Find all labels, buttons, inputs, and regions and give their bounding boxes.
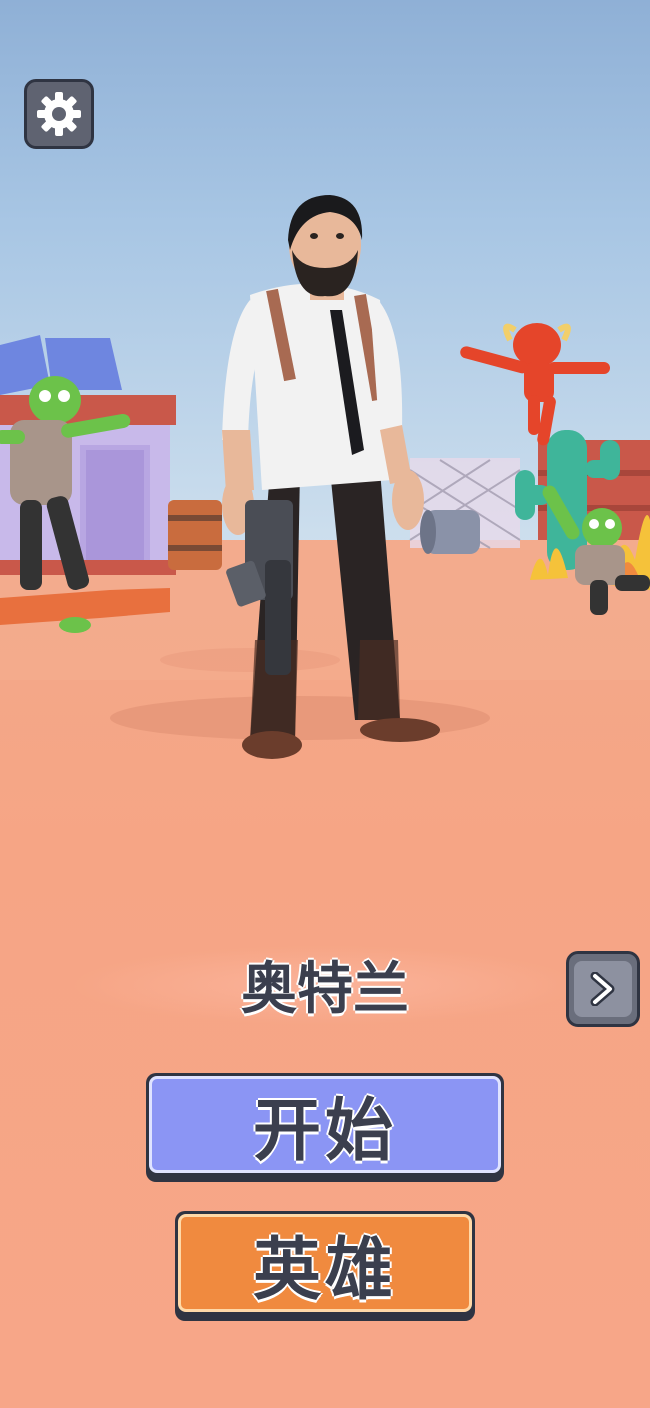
gear-icon xyxy=(37,92,81,136)
heroes-button-label: 英雄 xyxy=(252,1230,397,1310)
next-hero-button-face xyxy=(574,961,632,1017)
start-button-face: 开始 xyxy=(149,1076,501,1173)
start-button-label: 开始 xyxy=(252,1092,397,1171)
background-illustration xyxy=(0,195,650,759)
game-scene: 奥特兰 开始 英雄 xyxy=(0,0,650,1408)
hero-name: 奥特兰 xyxy=(241,957,409,1022)
heroes-button-face: 英雄 xyxy=(178,1214,472,1312)
heroes-button[interactable]: 英雄 xyxy=(175,1211,475,1321)
red-demon xyxy=(460,323,610,446)
next-hero-button[interactable] xyxy=(566,951,640,1027)
start-button[interactable]: 开始 xyxy=(146,1073,504,1182)
settings-button[interactable] xyxy=(24,79,94,149)
chevron-right-icon xyxy=(590,972,615,1006)
